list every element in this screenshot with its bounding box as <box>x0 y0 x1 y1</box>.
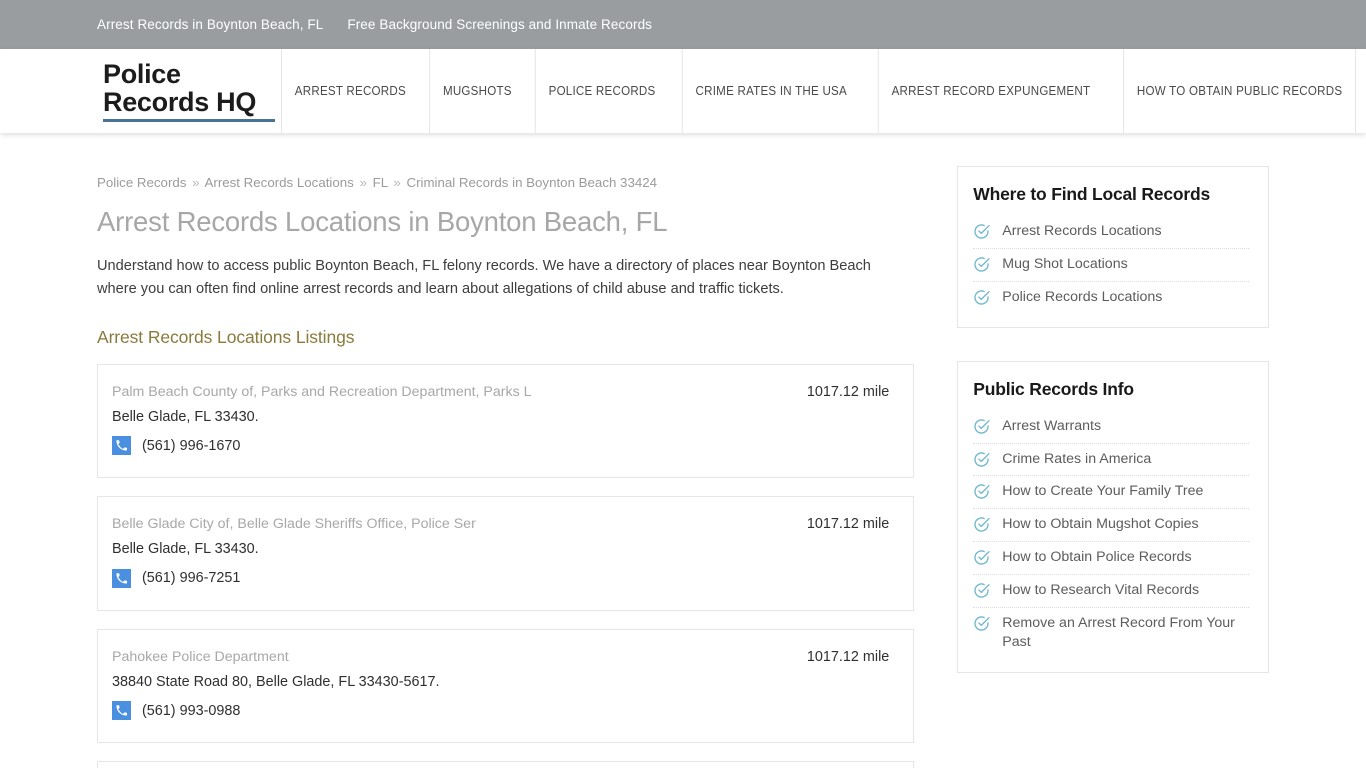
nav-item-mugshots[interactable]: MUGSHOTS <box>429 49 524 133</box>
topbar-link-background-screenings[interactable]: Free Background Screenings and Inmate Re… <box>347 17 652 32</box>
phone-icon <box>112 568 131 588</box>
main-navigation: ARREST RECORDS MUGSHOTS POLICE RECORDS C… <box>275 49 1366 133</box>
check-circle-icon <box>973 615 990 632</box>
listings-section-title: Arrest Records Locations Listings <box>97 326 355 347</box>
check-circle-icon <box>973 418 990 435</box>
check-circle-icon <box>973 549 990 566</box>
listing-card: Belle Glade City of, Belle Glade Sheriff… <box>97 496 915 611</box>
widget-list: Arrest Records Locations Mug Shot Locatio… <box>973 216 1249 314</box>
widget-title: Public Records Info <box>973 378 1134 399</box>
breadcrumb-item-fl[interactable]: FL <box>373 175 388 190</box>
list-item[interactable]: Arrest Warrants <box>973 411 1249 444</box>
list-item[interactable]: Mug Shot Locations <box>973 249 1249 282</box>
widget-link[interactable]: Arrest Records Locations <box>1002 222 1161 241</box>
breadcrumb-separator: » <box>192 175 200 190</box>
check-circle-icon <box>973 582 990 599</box>
breadcrumb: Police Records » Arrest Records Location… <box>97 174 914 191</box>
list-item[interactable]: Remove an Arrest Record From Your Past <box>973 608 1249 659</box>
widget-link[interactable]: Crime Rates in America <box>1002 450 1151 469</box>
nav-item-arrest-records[interactable]: ARREST RECORDS <box>281 49 419 133</box>
listing-address: Belle Glade, FL 33430. <box>112 541 259 558</box>
check-circle-icon <box>973 516 990 533</box>
check-circle-icon <box>973 289 990 306</box>
widget-link[interactable]: Police Records Locations <box>1002 288 1162 307</box>
site-header: Police Records HQ ARREST RECORDS MUGSHOT… <box>0 49 1366 133</box>
site-logo[interactable]: Police Records HQ <box>103 60 276 123</box>
list-item[interactable]: Arrest Records Locations <box>973 216 1249 249</box>
page-title: Arrest Records Locations in Boynton Beac… <box>97 206 668 238</box>
intro-paragraph: Understand how to access public Boynton … <box>97 258 871 297</box>
breadcrumb-item-arrest-records-locations[interactable]: Arrest Records Locations <box>205 175 354 190</box>
listing-distance: 1017.12 mile <box>806 516 890 533</box>
listing-details: Pahokee Police Department 38840 State Roa… <box>112 648 807 721</box>
check-circle-icon <box>973 223 990 240</box>
topbar-link-arrest-records[interactable]: Arrest Records in Boynton Beach, FL <box>97 17 323 32</box>
main-content: Police Records » Arrest Records Location… <box>97 133 915 768</box>
widget-link[interactable]: How to Create Your Family Tree <box>1002 482 1203 501</box>
listing-name-link[interactable]: Pahokee Police Department <box>112 648 807 667</box>
sidebar: Where to Find Local Records Arrest Record… <box>957 133 1269 768</box>
phone-icon <box>112 701 131 721</box>
widget-link[interactable]: Mug Shot Locations <box>1002 255 1127 274</box>
page-body: Police Records » Arrest Records Location… <box>0 133 1366 768</box>
listing-distance: 1017.12 mile <box>806 648 890 665</box>
nav-item-how-to-obtain-public-records[interactable]: HOW TO OBTAIN PUBLIC RECORDS <box>1122 49 1356 133</box>
sidebar-widget: Public Records Info Arrest Warrants Crime … <box>957 360 1269 673</box>
listings-container: Palm Beach County of, Parks and Recreati… <box>97 363 915 768</box>
logo-container: Police Records HQ <box>0 49 276 133</box>
listing-card: Palm Beach County of, Parks and Recreati… <box>97 363 915 479</box>
listing-distance: 1017.12 mile <box>806 383 890 400</box>
listing-phone[interactable]: (561) 996-1670 <box>112 436 807 456</box>
breadcrumb-separator: » <box>359 175 367 190</box>
list-item[interactable]: Crime Rates in America <box>973 444 1249 477</box>
listing-address: Belle Glade, FL 33430. <box>112 408 259 425</box>
listing-phone[interactable]: (561) 996-7251 <box>112 568 807 588</box>
listing-card: Pahokee Police Department 38840 State Roa… <box>97 628 915 744</box>
widget-link[interactable]: How to Obtain Mugshot Copies <box>1002 515 1198 534</box>
nav-item-crime-rates-in-the-usa[interactable]: CRIME RATES IN THE USA <box>681 49 860 133</box>
check-circle-icon <box>973 256 990 273</box>
listing-details: Palm Beach County of, Parks and Recreati… <box>112 383 807 456</box>
listing-address: 38840 State Road 80, Belle Glade, FL 334… <box>112 673 440 690</box>
listing-phone-number[interactable]: (561) 993-0988 <box>142 703 240 719</box>
listing-phone[interactable]: (561) 993-0988 <box>112 701 807 721</box>
breadcrumb-separator: » <box>393 175 401 190</box>
listing-phone-number[interactable]: (561) 996-1670 <box>142 438 240 454</box>
phone-icon <box>112 436 131 456</box>
breadcrumb-item-police-records[interactable]: Police Records <box>97 175 186 190</box>
sidebar-widget: Where to Find Local Records Arrest Record… <box>957 166 1269 328</box>
list-item[interactable]: How to Obtain Mugshot Copies <box>973 509 1249 543</box>
list-item[interactable]: How to Research Vital Records <box>973 575 1249 608</box>
nav-item-arrest-record-expungement[interactable]: ARREST RECORD EXPUNGEMENT <box>877 49 1103 133</box>
widget-title: Where to Find Local Records <box>973 184 1210 204</box>
listing-name-link[interactable]: Palm Beach County of, Parks and Recreati… <box>112 383 807 402</box>
widget-link[interactable]: Remove an Arrest Record From Your Past <box>1002 614 1249 652</box>
widget-link[interactable]: Arrest Warrants <box>1002 417 1101 436</box>
list-item[interactable]: How to Create Your Family Tree <box>973 476 1249 510</box>
check-circle-icon <box>973 483 990 500</box>
list-item[interactable]: How to Obtain Police Records <box>973 542 1249 575</box>
listing-details: Belle Glade City of, Belle Glade Sheriff… <box>112 515 807 588</box>
listing-phone-number[interactable]: (561) 996-7251 <box>142 570 240 586</box>
check-circle-icon <box>973 451 990 468</box>
list-item[interactable]: Police Records Locations <box>973 282 1249 314</box>
listing-card: Tips224 Southwest 5th Street, Belle Glad… <box>97 761 915 768</box>
nav-item-police-records[interactable]: POLICE RECORDS <box>534 49 669 133</box>
listing-name-link[interactable]: Belle Glade City of, Belle Glade Sheriff… <box>112 515 807 534</box>
widget-list: Arrest Warrants Crime Rates in America How… <box>973 411 1249 659</box>
top-utility-bar: Arrest Records in Boynton Beach, FL Free… <box>0 0 1366 49</box>
sidebar-widgets: Where to Find Local Records Arrest Record… <box>957 166 1269 673</box>
widget-link[interactable]: How to Research Vital Records <box>1002 581 1199 600</box>
breadcrumb-item-current: Criminal Records in Boynton Beach 33424 <box>406 175 658 190</box>
widget-link[interactable]: How to Obtain Police Records <box>1002 548 1191 567</box>
